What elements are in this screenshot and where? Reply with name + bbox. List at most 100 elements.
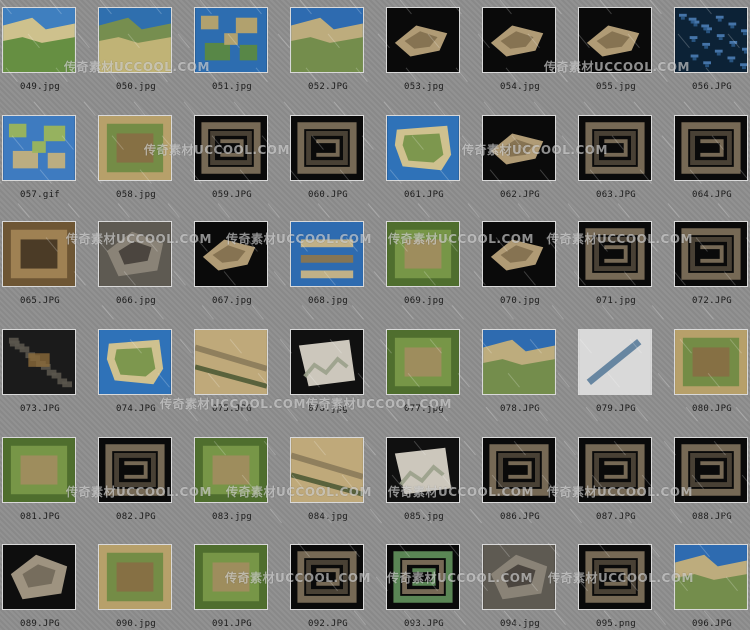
thumbnail[interactable]: 074.JPG — [98, 325, 174, 415]
thumbnail[interactable]: 096.JPG — [674, 540, 750, 630]
thumbnail[interactable]: 086.JPG — [482, 433, 558, 523]
thumbnail[interactable]: 082.JPG — [98, 433, 174, 523]
thumbnail-frame[interactable] — [386, 221, 460, 287]
thumbnail-frame[interactable] — [98, 329, 172, 395]
thumbnail-frame[interactable] — [290, 115, 364, 181]
thumbnail[interactable]: 054.jpg — [482, 3, 558, 93]
thumbnail-frame[interactable] — [98, 221, 172, 287]
thumbnail-frame[interactable] — [2, 7, 76, 73]
thumbnail-frame[interactable] — [290, 221, 364, 287]
thumbnail-label: 056.JPG — [691, 82, 733, 92]
thumbnail-frame[interactable] — [98, 7, 172, 73]
thumbnail-frame[interactable] — [578, 329, 652, 395]
thumbnail[interactable]: 052.JPG — [290, 3, 366, 93]
thumbnail[interactable]: 083.jpg — [194, 433, 270, 523]
thumbnail[interactable]: 093.JPG — [386, 540, 462, 630]
thumbnail-frame[interactable] — [674, 437, 748, 503]
thumbnail-frame[interactable] — [674, 329, 748, 395]
thumbnail[interactable]: 067.jpg — [194, 217, 270, 307]
thumbnail[interactable]: 065.JPG — [2, 217, 78, 307]
thumbnail[interactable]: 090.jpg — [98, 540, 174, 630]
thumbnail-frame[interactable] — [674, 7, 748, 73]
thumbnail-frame[interactable] — [482, 329, 556, 395]
thumbnail[interactable]: 060.JPG — [290, 111, 366, 201]
thumbnail-frame[interactable] — [386, 437, 460, 503]
thumbnail-frame[interactable] — [386, 115, 460, 181]
thumbnail[interactable]: 094.jpg — [482, 540, 558, 630]
thumbnail-frame[interactable] — [386, 7, 460, 73]
thumbnail[interactable]: 063.JPG — [578, 111, 654, 201]
thumbnail-frame[interactable] — [386, 544, 460, 610]
thumbnail-frame[interactable] — [386, 329, 460, 395]
thumbnail[interactable]: 066.jpg — [98, 217, 174, 307]
thumbnail[interactable]: 075.JPG — [194, 325, 270, 415]
thumbnail[interactable]: 085.jpg — [386, 433, 462, 523]
map-image — [387, 545, 459, 609]
thumbnail[interactable]: 051.jpg — [194, 3, 270, 93]
thumbnail[interactable]: 049.jpg — [2, 3, 78, 93]
thumbnail-label: 079.JPG — [595, 404, 637, 414]
thumbnail[interactable]: 058.jpg — [98, 111, 174, 201]
thumbnail[interactable]: 061.JPG — [386, 111, 462, 201]
thumbnail-frame[interactable] — [194, 437, 268, 503]
thumbnail-frame[interactable] — [98, 544, 172, 610]
thumbnail[interactable]: 053.jpg — [386, 3, 462, 93]
thumbnail[interactable]: 070.jpg — [482, 217, 558, 307]
thumbnail[interactable]: 095.png — [578, 540, 654, 630]
thumbnail-frame[interactable] — [290, 329, 364, 395]
thumbnail[interactable]: 076.jpg — [290, 325, 366, 415]
thumbnail[interactable]: 084.jpg — [290, 433, 366, 523]
thumbnail-frame[interactable] — [290, 7, 364, 73]
thumbnail[interactable]: 055.jpg — [578, 3, 654, 93]
thumbnail[interactable]: 056.JPG — [674, 3, 750, 93]
thumbnail[interactable]: 064.JPG — [674, 111, 750, 201]
thumbnail-frame[interactable] — [674, 115, 748, 181]
thumbnail[interactable]: 050.jpg — [98, 3, 174, 93]
thumbnail-frame[interactable] — [194, 544, 268, 610]
thumbnail-frame[interactable] — [482, 544, 556, 610]
thumbnail-label: 068.jpg — [307, 296, 349, 306]
thumbnail-frame[interactable] — [290, 437, 364, 503]
thumbnail-frame[interactable] — [290, 544, 364, 610]
thumbnail[interactable]: 077.jpg — [386, 325, 462, 415]
thumbnail-frame[interactable] — [194, 221, 268, 287]
thumbnail-frame[interactable] — [2, 437, 76, 503]
thumbnail-frame[interactable] — [674, 544, 748, 610]
thumbnail[interactable]: 078.JPG — [482, 325, 558, 415]
thumbnail-frame[interactable] — [674, 221, 748, 287]
thumbnail[interactable]: 071.jpg — [578, 217, 654, 307]
thumbnail-frame[interactable] — [194, 329, 268, 395]
thumbnail[interactable]: 092.JPG — [290, 540, 366, 630]
thumbnail[interactable]: 068.jpg — [290, 217, 366, 307]
thumbnail-frame[interactable] — [578, 115, 652, 181]
thumbnail[interactable]: 069.jpg — [386, 217, 462, 307]
thumbnail[interactable]: 081.JPG — [2, 433, 78, 523]
thumbnail[interactable]: 062.JPG — [482, 111, 558, 201]
thumbnail[interactable]: 057.gif — [2, 111, 78, 201]
thumbnail-frame[interactable] — [578, 437, 652, 503]
thumbnail-frame[interactable] — [482, 7, 556, 73]
thumbnail-frame[interactable] — [482, 115, 556, 181]
thumbnail-frame[interactable] — [482, 221, 556, 287]
thumbnail[interactable]: 079.JPG — [578, 325, 654, 415]
thumbnail[interactable]: 087.JPG — [578, 433, 654, 523]
thumbnail[interactable]: 088.JPG — [674, 433, 750, 523]
thumbnail-frame[interactable] — [2, 221, 76, 287]
thumbnail-frame[interactable] — [482, 437, 556, 503]
thumbnail-frame[interactable] — [578, 544, 652, 610]
thumbnail[interactable]: 089.JPG — [2, 540, 78, 630]
thumbnail-frame[interactable] — [194, 7, 268, 73]
thumbnail-frame[interactable] — [578, 7, 652, 73]
thumbnail[interactable]: 073.JPG — [2, 325, 78, 415]
thumbnail[interactable]: 059.JPG — [194, 111, 270, 201]
thumbnail-frame[interactable] — [2, 115, 76, 181]
thumbnail-frame[interactable] — [2, 329, 76, 395]
thumbnail-frame[interactable] — [98, 115, 172, 181]
thumbnail-frame[interactable] — [578, 221, 652, 287]
thumbnail-frame[interactable] — [98, 437, 172, 503]
thumbnail[interactable]: 080.JPG — [674, 325, 750, 415]
thumbnail[interactable]: 091.JPG — [194, 540, 270, 630]
thumbnail-frame[interactable] — [194, 115, 268, 181]
thumbnail[interactable]: 072.JPG — [674, 217, 750, 307]
thumbnail-frame[interactable] — [2, 544, 76, 610]
